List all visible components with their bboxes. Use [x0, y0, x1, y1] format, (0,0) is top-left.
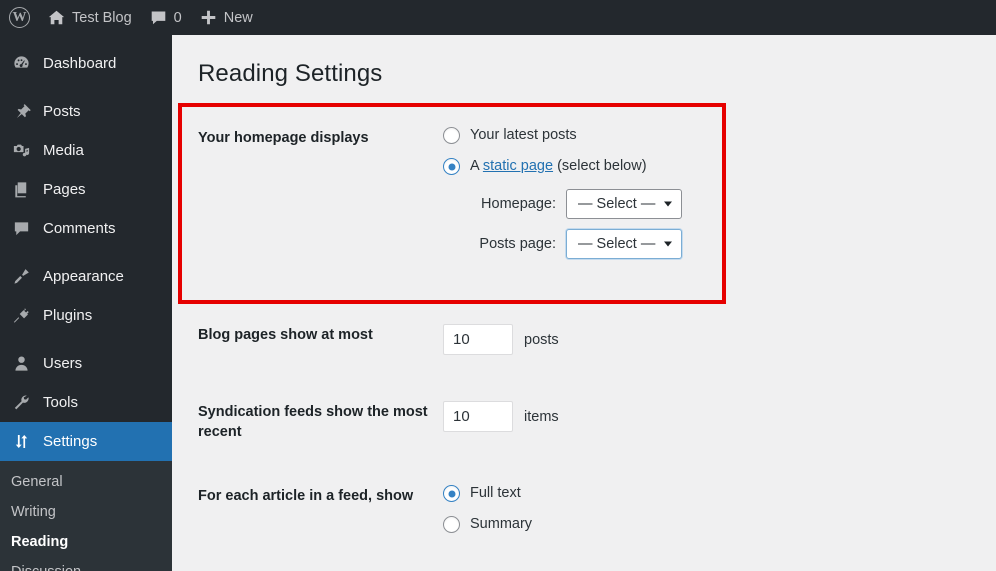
user-icon [11, 353, 32, 374]
sidebar-item-users[interactable]: Users [0, 344, 172, 383]
blog-pages-input[interactable] [443, 324, 513, 356]
radio-latest-posts-label: Your latest posts [470, 127, 577, 144]
sidebar-item-label: Media [43, 142, 84, 159]
sidebar-item-label: Appearance [43, 268, 124, 285]
submenu-item-writing[interactable]: Writing [0, 497, 172, 527]
comment-icon [11, 218, 32, 239]
pages-icon [11, 179, 32, 200]
homepage-select-label: Homepage: [481, 196, 556, 213]
homepage-select[interactable]: — Select — [566, 189, 683, 220]
row-feed-article: For each article in a feed, show Full te… [198, 485, 996, 547]
settings-icon [11, 431, 32, 452]
sidebar-item-label: Settings [43, 433, 98, 450]
radio-static-page-control[interactable] [443, 158, 460, 176]
submenu-item-general[interactable]: General [0, 467, 172, 497]
syndication-unit: items [524, 408, 559, 425]
radio-latest-posts-control[interactable] [443, 127, 460, 145]
admin-sidebar: Dashboard Posts Media Pages Comments App… [0, 35, 172, 571]
sidebar-item-comments[interactable]: Comments [0, 209, 172, 248]
sidebar-item-media[interactable]: Media [0, 131, 172, 170]
settings-submenu: General Writing Reading Discussion [0, 461, 172, 571]
reading-settings-form: Your homepage displays Your latest posts… [172, 111, 996, 547]
submenu-item-reading[interactable]: Reading [0, 527, 172, 557]
plugin-icon [11, 305, 32, 326]
posts-page-select-label: Posts page: [479, 236, 556, 253]
dashboard-icon [11, 53, 32, 74]
page-title: Reading Settings [198, 60, 383, 87]
sidebar-item-label: Users [43, 355, 83, 372]
sidebar-item-label: Pages [43, 181, 86, 198]
wrench-icon [11, 392, 32, 413]
sidebar-item-pages[interactable]: Pages [0, 170, 172, 209]
row-blog-pages: Blog pages show at most posts [198, 324, 996, 356]
new-label: New [223, 9, 253, 26]
posts-page-select-row: Posts page: — Select — [443, 229, 996, 260]
radio-static-suffix: (select below) [553, 158, 647, 175]
admin-bar: W Test Blog 0 New [0, 0, 996, 35]
static-page-link[interactable]: static page [483, 158, 553, 174]
homepage-displays-label: Your homepage displays [198, 130, 369, 147]
posts-page-select-value: — Select — [578, 236, 656, 253]
chevron-down-icon [664, 201, 673, 207]
sidebar-item-label: Plugins [43, 307, 93, 324]
media-icon [11, 140, 32, 161]
radio-summary-label: Summary [470, 516, 533, 533]
sidebar-item-tools[interactable]: Tools [0, 383, 172, 422]
sidebar-item-label: Comments [43, 220, 116, 237]
blog-pages-label: Blog pages show at most [198, 327, 373, 344]
syndication-input[interactable] [443, 401, 513, 433]
radio-summary[interactable]: Summary [443, 516, 996, 534]
homepage-select-value: — Select — [578, 196, 656, 213]
comments-count: 0 [173, 9, 182, 26]
sidebar-item-label: Dashboard [43, 55, 117, 72]
wordpress-logo-menu[interactable]: W [0, 0, 39, 35]
radio-summary-control[interactable] [443, 516, 460, 534]
sidebar-item-plugins[interactable]: Plugins [0, 296, 172, 335]
home-icon [48, 9, 65, 26]
submenu-item-discussion[interactable]: Discussion [0, 557, 172, 571]
wordpress-admin-screen: W Test Blog 0 New Dashboard Posts Media … [0, 0, 996, 571]
blog-pages-unit: posts [524, 331, 559, 348]
sidebar-item-dashboard[interactable]: Dashboard [0, 44, 172, 83]
comment-bubble-icon [150, 9, 167, 26]
pin-icon [11, 101, 32, 122]
feed-article-label: For each article in a feed, show [198, 488, 414, 505]
new-content-menu[interactable]: New [191, 0, 262, 35]
chevron-down-icon [664, 241, 673, 247]
radio-static-page[interactable]: A static page (select below) [443, 158, 996, 176]
site-name-menu[interactable]: Test Blog [39, 0, 141, 35]
homepage-select-row: Homepage: — Select — [443, 189, 996, 220]
sidebar-item-label: Tools [43, 394, 79, 411]
row-homepage-displays: Your homepage displays Your latest posts… [198, 111, 996, 269]
brush-icon [11, 266, 32, 287]
sidebar-item-appearance[interactable]: Appearance [0, 257, 172, 296]
syndication-label: Syndication feeds show the most recent [198, 404, 428, 440]
radio-full-text-label: Full text [470, 485, 521, 502]
comments-menu[interactable]: 0 [141, 0, 191, 35]
radio-static-prefix: A [470, 158, 483, 175]
sidebar-item-posts[interactable]: Posts [0, 92, 172, 131]
site-name-label: Test Blog [72, 9, 132, 26]
radio-full-text-control[interactable] [443, 485, 460, 503]
wordpress-logo-icon: W [9, 7, 30, 28]
main-content: Reading Settings Your homepage displays … [172, 35, 996, 571]
row-syndication-feeds: Syndication feeds show the most recent i… [198, 401, 996, 442]
sidebar-item-label: Posts [43, 103, 81, 120]
radio-latest-posts[interactable]: Your latest posts [443, 127, 996, 145]
plus-icon [200, 9, 217, 26]
posts-page-select[interactable]: — Select — [566, 229, 683, 260]
radio-full-text[interactable]: Full text [443, 485, 996, 503]
sidebar-item-settings[interactable]: Settings [0, 422, 172, 461]
